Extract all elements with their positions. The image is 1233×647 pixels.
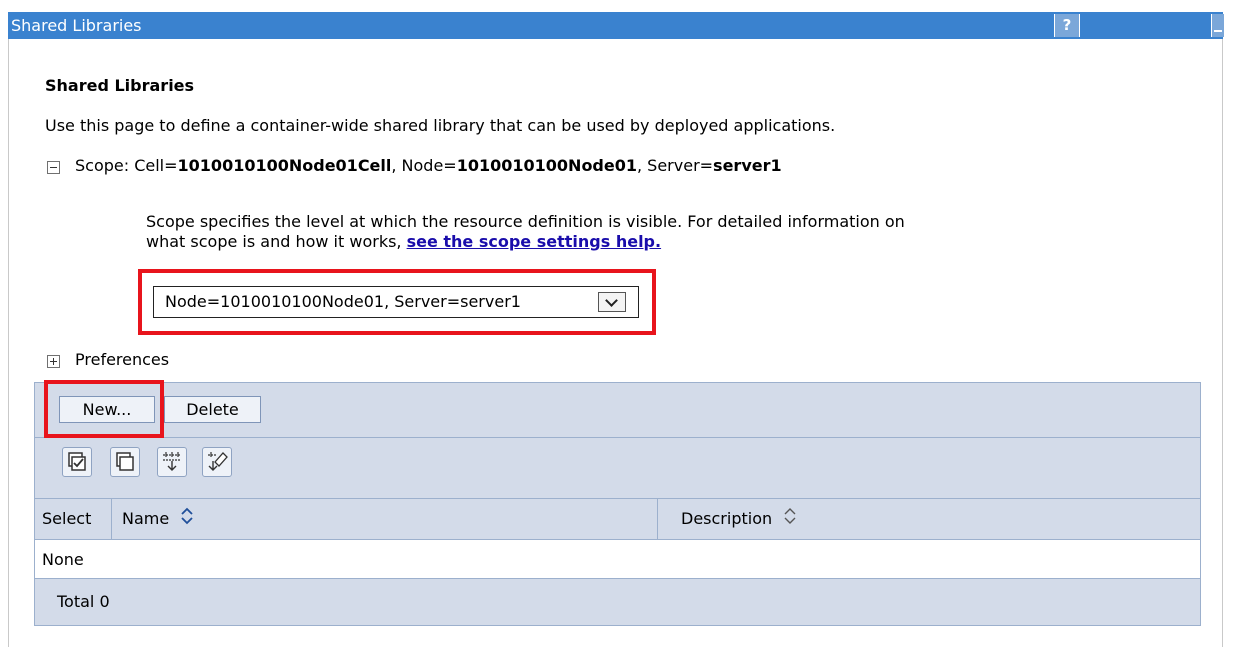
table-row: None <box>35 540 1200 579</box>
highlight-box-new <box>44 380 164 438</box>
scope-server-prefix: , Server= <box>637 156 714 175</box>
empty-table-text: None <box>42 550 84 569</box>
panel-border-right <box>1222 39 1223 647</box>
panel-title-bar: Shared Libraries ? <box>8 12 1224 39</box>
preferences-label[interactable]: Preferences <box>75 350 169 369</box>
panel-title: Shared Libraries <box>11 16 142 35</box>
help-button[interactable]: ? <box>1054 14 1080 37</box>
delete-button[interactable]: Delete <box>164 396 261 423</box>
page-heading: Shared Libraries <box>45 76 195 95</box>
panel-border-left <box>8 39 9 647</box>
scope-server: server1 <box>713 156 782 175</box>
scope-select[interactable]: Node=1010010100Node01, Server=server1 <box>153 286 639 318</box>
select-all-icon[interactable] <box>62 447 92 477</box>
deselect-all-icon[interactable] <box>110 447 140 477</box>
sort-icon[interactable] <box>783 500 797 540</box>
minimize-icon <box>1214 30 1222 32</box>
scope-node: 1010010100Node01 <box>456 156 637 175</box>
scope-prefix: Scope: Cell= <box>75 156 178 175</box>
scope-select-value: Node=1010010100Node01, Server=server1 <box>165 292 521 311</box>
column-header-select: Select <box>42 509 92 528</box>
scope-settings-help-link[interactable]: see the scope settings help. <box>407 232 661 251</box>
scope-cell: 1010010100Node01Cell <box>177 156 392 175</box>
column-header-name[interactable]: Name <box>122 499 194 539</box>
show-filter-icon[interactable] <box>157 447 187 477</box>
button-toolbar: New... Delete <box>35 383 1200 438</box>
table-total-row: Total 0 <box>35 579 1200 625</box>
scope-node-prefix: , Node= <box>391 156 457 175</box>
page-description: Use this page to define a container-wide… <box>45 116 836 135</box>
column-header-description[interactable]: Description <box>681 499 797 539</box>
column-header-name-label: Name <box>122 509 170 528</box>
sort-icon[interactable] <box>180 500 194 540</box>
table-header: Select Name Description <box>35 499 1200 540</box>
table-total: Total 0 <box>57 592 110 611</box>
scope-collapse-toggle[interactable] <box>47 161 60 174</box>
preferences-expand-toggle[interactable] <box>47 355 60 368</box>
minimize-button[interactable] <box>1211 14 1224 37</box>
table-icon-toolbar <box>35 438 1200 499</box>
scope-line: Scope: Cell=1010010100Node01Cell, Node=1… <box>75 156 782 175</box>
shared-libraries-table: New... Delete Select Name Description No… <box>34 382 1201 626</box>
column-divider <box>657 499 658 539</box>
chevron-down-icon[interactable] <box>598 292 626 312</box>
column-header-description-label: Description <box>681 509 773 528</box>
scope-help-text: Scope specifies the level at which the r… <box>146 212 946 252</box>
column-divider <box>111 499 112 539</box>
clear-filter-icon[interactable] <box>202 447 232 477</box>
